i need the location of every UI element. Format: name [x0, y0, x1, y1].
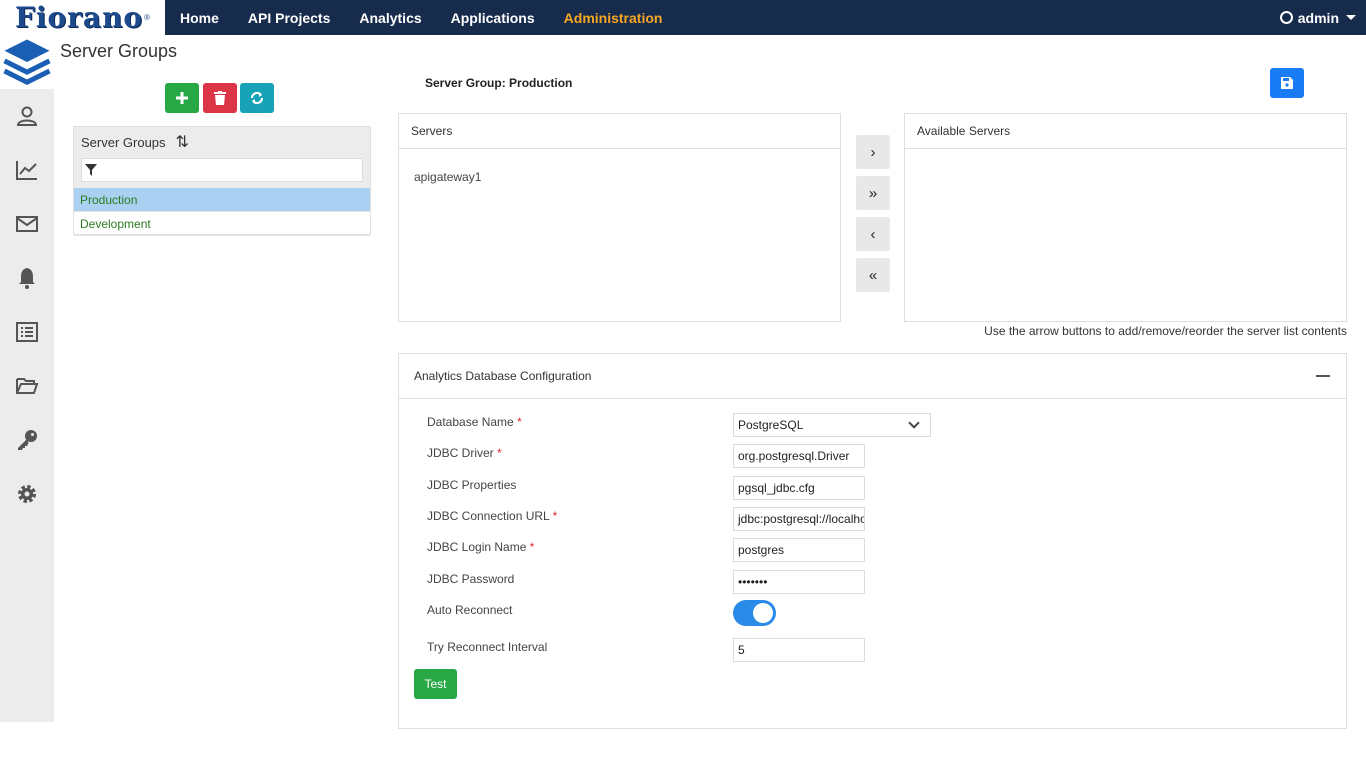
list-icon	[16, 322, 38, 342]
list-item[interactable]: Production	[74, 188, 370, 212]
gear-icon	[18, 485, 36, 503]
line-chart-icon	[16, 161, 37, 180]
jdbc-url-input[interactable]: jdbc:postgresql://localhost	[733, 507, 865, 531]
list-header: Server Groups ⇅	[74, 127, 370, 157]
nav-home[interactable]: Home	[180, 10, 219, 26]
fiorano-logo[interactable]: Fiorano ®	[0, 0, 165, 35]
required-marker: *	[497, 446, 502, 460]
list-item[interactable]: Development	[74, 212, 370, 236]
add-group-button[interactable]	[165, 83, 199, 113]
page-title: Server Groups	[60, 41, 178, 61]
jdbc-properties-label: JDBC Properties	[427, 478, 517, 492]
sidebar	[0, 35, 54, 722]
nav-applications[interactable]: Applications	[451, 10, 535, 26]
reconnect-interval-label: Try Reconnect Interval	[427, 640, 548, 654]
jdbc-login-label: JDBC Login Name *	[427, 540, 534, 554]
collapse-icon[interactable]	[1316, 375, 1330, 377]
toggle-knob	[753, 603, 773, 623]
top-navbar: Fiorano ® Home API Projects Analytics App…	[0, 0, 1366, 35]
jdbc-driver-input[interactable]: org.postgresql.Driver	[733, 444, 865, 468]
plus-icon	[176, 92, 188, 104]
move-right-button[interactable]: ›	[856, 135, 890, 169]
jdbc-properties-input[interactable]: pgsql_jdbc.cfg	[733, 476, 865, 500]
chevron-down-icon	[1346, 15, 1356, 20]
auto-reconnect-toggle[interactable]	[733, 600, 776, 626]
test-button[interactable]: Test	[414, 669, 457, 699]
save-button[interactable]	[1270, 68, 1304, 98]
filter-row	[74, 157, 370, 188]
save-icon	[1281, 77, 1293, 89]
sidebar-item-analytics[interactable]	[0, 143, 54, 197]
move-left-button[interactable]: ‹	[856, 217, 890, 251]
refresh-icon	[250, 91, 264, 105]
trash-icon	[214, 91, 226, 105]
sidebar-item-settings[interactable]	[0, 467, 54, 521]
db-name-select[interactable]: PostgreSQL	[733, 413, 931, 437]
sidebar-item-users[interactable]	[0, 89, 54, 143]
user-menu[interactable]: admin	[1279, 0, 1356, 35]
refresh-button[interactable]	[240, 83, 274, 113]
jdbc-url-label: JDBC Connection URL *	[427, 509, 557, 523]
sidebar-item-mail[interactable]	[0, 197, 54, 251]
chevron-down-icon	[908, 417, 920, 429]
move-all-left-button[interactable]: «	[856, 258, 890, 292]
auto-reconnect-label: Auto Reconnect	[427, 603, 513, 617]
layers-icon	[3, 39, 51, 86]
config-header: Analytics Database Configuration	[399, 354, 1346, 399]
db-name-value: PostgreSQL	[738, 418, 804, 432]
server-groups-list: Server Groups ⇅ Production Development	[73, 126, 371, 236]
filter-input[interactable]	[81, 158, 363, 182]
user-name: admin	[1297, 9, 1339, 26]
required-marker: *	[517, 415, 522, 429]
folder-open-icon	[16, 378, 39, 394]
logo-text: Fiorano	[14, 1, 144, 34]
db-name-label-text: Database Name	[427, 415, 514, 429]
user-icon	[1279, 11, 1293, 24]
sidebar-item-folders[interactable]	[0, 359, 54, 413]
jdbc-url-label-text: JDBC Connection URL	[427, 509, 550, 523]
available-servers-panel: Available Servers	[904, 113, 1347, 322]
group-title: Server Group: Production	[425, 76, 573, 90]
main-nav: Home API Projects Analytics Applications…	[180, 0, 691, 35]
servers-panel: Servers apigateway1	[398, 113, 841, 322]
list-header-label: Server Groups	[81, 134, 166, 150]
sidebar-item-keys[interactable]	[0, 413, 54, 467]
logo-registered: ®	[144, 13, 151, 22]
servers-header: Servers	[399, 114, 840, 149]
nav-administration[interactable]: Administration	[564, 10, 663, 26]
server-list-item[interactable]: apigateway1	[399, 149, 840, 184]
key-icon	[18, 430, 37, 450]
jdbc-driver-label: JDBC Driver *	[427, 446, 502, 460]
required-marker: *	[529, 540, 535, 554]
nav-api-projects[interactable]: API Projects	[248, 10, 330, 26]
jdbc-password-input[interactable]: •••••••	[733, 570, 865, 594]
user-outline-icon	[16, 106, 38, 126]
jdbc-driver-label-text: JDBC Driver	[427, 446, 494, 460]
sort-icon[interactable]: ⇅	[176, 132, 189, 152]
delete-group-button[interactable]	[203, 83, 237, 113]
envelope-icon	[16, 216, 38, 232]
reconnect-interval-input[interactable]: 5	[733, 638, 865, 662]
required-marker: *	[552, 509, 558, 523]
sidebar-item-notifications[interactable]	[0, 251, 54, 305]
available-servers-header: Available Servers	[905, 114, 1346, 149]
sidebar-item-layers[interactable]	[0, 35, 54, 89]
move-all-right-button[interactable]: »	[856, 176, 890, 210]
sidebar-item-list[interactable]	[0, 305, 54, 359]
bell-icon	[19, 268, 35, 289]
hint-text: Use the arrow buttons to add/remove/reor…	[984, 324, 1347, 338]
jdbc-login-input[interactable]: postgres	[733, 538, 865, 562]
jdbc-password-label: JDBC Password	[427, 572, 515, 586]
db-name-label: Database Name *	[427, 415, 522, 429]
filter-icon	[85, 164, 97, 176]
analytics-db-config-panel: Analytics Database Configuration	[398, 353, 1347, 729]
jdbc-login-label-text: JDBC Login Name	[427, 540, 527, 554]
nav-analytics[interactable]: Analytics	[359, 10, 421, 26]
